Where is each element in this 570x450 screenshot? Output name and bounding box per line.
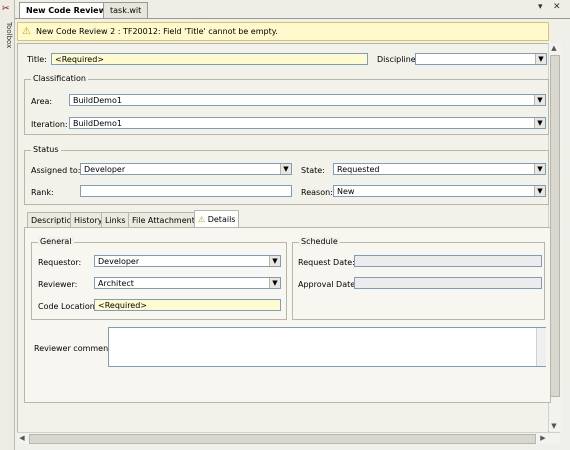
iteration-label: Iteration: xyxy=(31,120,68,129)
reason-dropdown[interactable]: New ▼ xyxy=(333,185,546,197)
warning-icon: ⚠ xyxy=(198,215,206,224)
horizontal-scrollbar[interactable]: ◀ ▶ xyxy=(17,432,560,444)
horizontal-scroll-thumb[interactable] xyxy=(29,434,536,444)
classification-title: Classification xyxy=(31,74,88,83)
chevron-down-icon[interactable]: ▼ xyxy=(534,95,545,105)
scroll-down-icon[interactable]: ▼ xyxy=(549,421,559,431)
title-label: Title: xyxy=(27,55,47,64)
chevron-down-icon[interactable]: ▼ xyxy=(534,186,545,196)
reviewer-dropdown[interactable]: Architect ▼ xyxy=(94,277,281,289)
reviewer-comments-label: Reviewer comments: xyxy=(34,344,119,353)
status-title: Status xyxy=(31,145,61,154)
assigned-to-value: Developer xyxy=(84,165,126,174)
discipline-dropdown[interactable]: ▼ xyxy=(415,53,547,65)
approval-date-field xyxy=(354,277,542,289)
iteration-dropdown[interactable]: BuildDemo1 ▼ xyxy=(69,117,546,129)
requestor-label: Requestor: xyxy=(38,258,82,267)
area-value: BuildDemo1 xyxy=(73,96,122,105)
chevron-down-icon[interactable]: ▼ xyxy=(269,256,280,266)
tab-task-wit[interactable]: task.wit xyxy=(103,2,149,18)
warning-bar: ⚠ New Code Review 2 : TF20012: Field 'Ti… xyxy=(17,22,549,41)
tools-icon: ✂ xyxy=(2,4,10,14)
reviewer-value: Architect xyxy=(98,279,134,288)
chevron-down-icon[interactable]: ▼ xyxy=(534,164,545,174)
toolbox-label: Toolbox xyxy=(5,22,13,49)
scroll-right-icon[interactable]: ▶ xyxy=(538,433,548,443)
toolbox-panel[interactable]: ✂ Toolbox xyxy=(0,0,15,450)
rank-field[interactable] xyxy=(80,185,292,197)
assigned-to-dropdown[interactable]: Developer ▼ xyxy=(80,163,292,175)
request-date-field xyxy=(354,255,542,267)
title-field[interactable]: <Required> xyxy=(51,53,368,65)
state-dropdown[interactable]: Requested ▼ xyxy=(333,163,546,175)
scroll-up-icon[interactable]: ▲ xyxy=(549,43,559,53)
request-date-label: Request Date: xyxy=(298,258,355,267)
document-tab-bar: New Code Review 2* task.wit ▾ ✕ xyxy=(15,0,570,19)
chevron-down-icon[interactable]: ▼ xyxy=(280,164,291,174)
reviewer-label: Reviewer: xyxy=(38,280,78,289)
reason-label: Reason: xyxy=(301,188,333,197)
reviewer-comments-textarea[interactable] xyxy=(108,327,546,367)
code-location-label: Code Location: xyxy=(38,302,98,311)
chevron-down-icon[interactable]: ▼ xyxy=(534,118,545,128)
warning-text: New Code Review 2 : TF20012: Field 'Titl… xyxy=(36,27,278,36)
warning-icon: ⚠ xyxy=(22,26,31,37)
reason-value: New xyxy=(337,187,355,196)
close-icon[interactable]: ✕ xyxy=(553,2,561,12)
vertical-scroll-thumb[interactable] xyxy=(550,55,560,397)
tab-dropdown-icon[interactable]: ▾ xyxy=(538,2,543,12)
general-title: General xyxy=(38,237,74,246)
chevron-down-icon[interactable]: ▼ xyxy=(269,278,280,288)
assigned-to-label: Assigned to: xyxy=(31,166,81,175)
discipline-label: Discipline: xyxy=(377,55,419,64)
iteration-value: BuildDemo1 xyxy=(73,119,122,128)
scroll-left-icon[interactable]: ◀ xyxy=(17,433,27,443)
chevron-down-icon[interactable]: ▼ xyxy=(535,54,546,64)
area-dropdown[interactable]: BuildDemo1 ▼ xyxy=(69,94,546,106)
rank-label: Rank: xyxy=(31,188,54,197)
approval-date-label: Approval Date: xyxy=(298,280,358,289)
state-value: Requested xyxy=(337,165,380,174)
requestor-dropdown[interactable]: Developer ▼ xyxy=(94,255,281,267)
tab-details-label: Details xyxy=(207,215,236,224)
code-location-field[interactable]: <Required> xyxy=(94,299,281,311)
area-label: Area: xyxy=(31,97,53,106)
state-label: State: xyxy=(301,166,325,175)
comments-scrollbar[interactable] xyxy=(536,328,546,366)
requestor-value: Developer xyxy=(98,257,140,266)
schedule-title: Schedule xyxy=(299,237,340,246)
